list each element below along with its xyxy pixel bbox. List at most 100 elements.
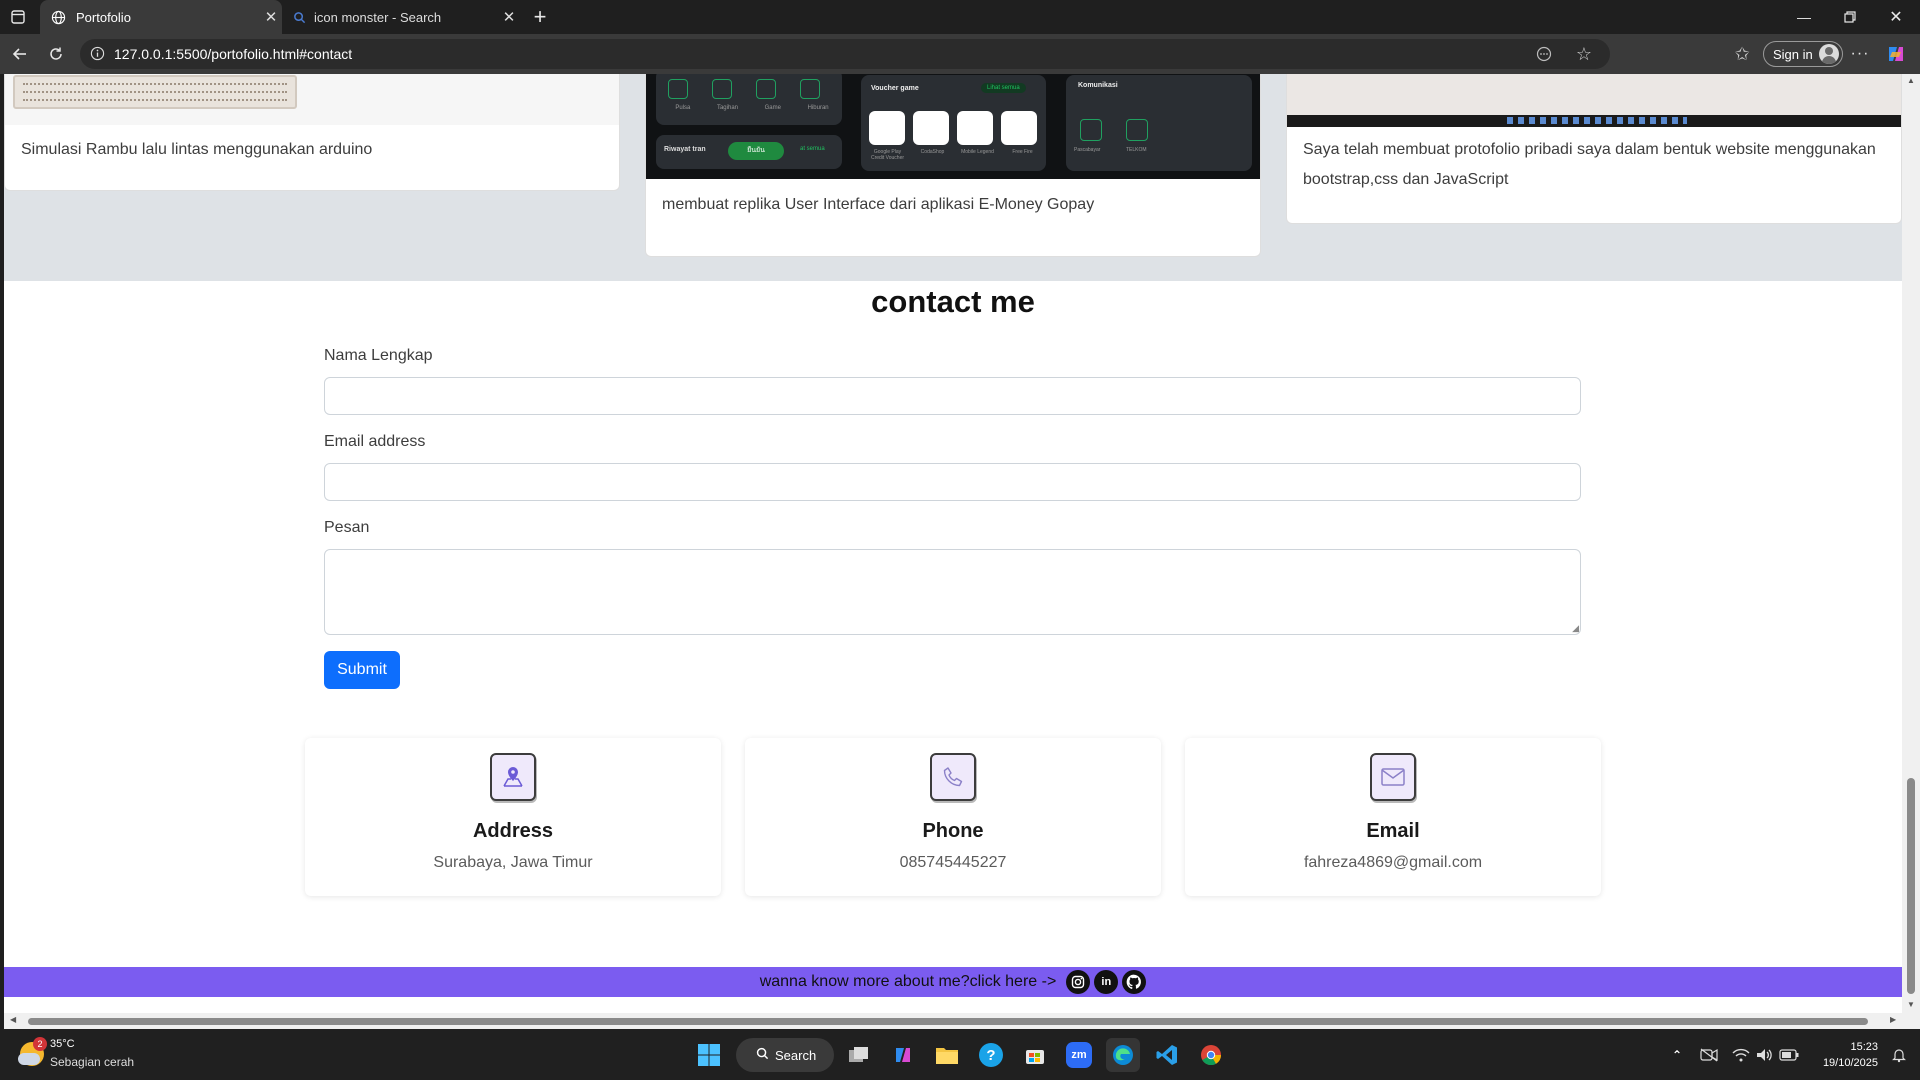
vertical-scrollbar[interactable]: ▲ ▼ — [1902, 74, 1920, 1013]
new-tab-icon[interactable]: + — [528, 4, 552, 29]
minimize-icon[interactable]: — — [1792, 5, 1816, 29]
close-icon[interactable]: ✕ — [260, 8, 282, 26]
avatar-icon — [1818, 44, 1839, 64]
info-icon[interactable] — [90, 46, 105, 66]
help-app-icon[interactable]: ? — [974, 1038, 1008, 1072]
tab-actions-icon[interactable] — [8, 8, 28, 26]
chrome-icon[interactable] — [1194, 1038, 1228, 1072]
scroll-up-icon[interactable]: ▲ — [1907, 76, 1915, 85]
phone-title: Phone — [922, 820, 984, 842]
edge-icon[interactable] — [1106, 1038, 1140, 1072]
portfolio-section: Simulasi Rambu lalu lintas menggunakan a… — [4, 74, 1902, 281]
map-pin-icon — [490, 753, 536, 801]
store-icon[interactable] — [1018, 1038, 1052, 1072]
horizontal-scrollbar[interactable]: ◀ ▶ — [0, 1013, 1920, 1029]
instagram-icon[interactable] — [1066, 970, 1091, 994]
zoom-icon[interactable]: zm — [1062, 1038, 1096, 1072]
file-explorer-icon[interactable] — [930, 1038, 964, 1072]
name-label: Nama Lengkap — [324, 347, 433, 364]
search-label: Search — [775, 1047, 817, 1063]
taskbar: 2 35°C Sebagian cerah Search ? zm ⌃ 15:2… — [0, 1029, 1920, 1080]
portfolio-caption: Saya telah membuat protofolio pribadi sa… — [1303, 141, 1876, 188]
website-screenshot-image — [1287, 74, 1901, 127]
url-text: 127.0.0.1:5500/portofolio.html#contact — [114, 46, 353, 62]
sign-in-button[interactable]: Sign in — [1763, 41, 1843, 67]
linkedin-icon[interactable]: in — [1094, 970, 1119, 994]
restore-icon[interactable] — [1838, 5, 1862, 29]
address-bar[interactable]: 127.0.0.1:5500/portofolio.html#contact ☆ — [80, 39, 1610, 69]
mock-menu-label: Tagihan — [716, 105, 738, 111]
tab-icon-monster[interactable]: icon monster - Search ✕ — [284, 0, 520, 34]
github-icon[interactable] — [1122, 970, 1147, 994]
copilot-app-icon[interactable] — [886, 1038, 920, 1072]
weather-widget[interactable]: 2 35°C Sebagian cerah — [18, 1037, 148, 1073]
footer-text: wanna know more about me?click here -> — [759, 973, 1057, 990]
resize-handle-icon[interactable]: ◢ — [1572, 623, 1579, 634]
portfolio-card-gopay: Pulsa Tagihan Game Hiburan Riwayat tran … — [645, 74, 1261, 257]
mock-menu-label: Hiburan — [807, 105, 829, 111]
mail-icon — [1370, 753, 1416, 801]
more-menu-icon[interactable]: ··· — [1848, 42, 1872, 66]
zoom-label: zm — [1066, 1042, 1092, 1068]
scroll-thumb[interactable] — [1907, 778, 1915, 994]
mock-history-link: at semua — [800, 146, 825, 152]
mock-menu-label: Game — [764, 105, 781, 111]
mock-comm-label: Pascabayar — [1074, 147, 1101, 153]
clock-time: 15:23 — [1850, 1041, 1878, 1053]
address-value: Surabaya, Jawa Timur — [433, 854, 593, 871]
clock[interactable]: 15:23 19/10/2025 — [1808, 1039, 1878, 1071]
taskbar-search[interactable]: Search — [736, 1038, 834, 1072]
email-field[interactable] — [324, 463, 1581, 501]
mock-history-button: ยืนยัน — [728, 142, 784, 160]
refresh-icon[interactable] — [44, 42, 68, 66]
name-field[interactable] — [324, 377, 1581, 415]
submit-button[interactable]: Submit — [324, 651, 400, 689]
phone-card: Phone 085745445227 — [745, 738, 1161, 896]
battery-icon[interactable] — [1772, 1038, 1806, 1072]
email-card: Email fahreza4869@gmail.com — [1185, 738, 1601, 896]
mock-voucher-label: Mobile Legend — [961, 149, 994, 155]
close-icon[interactable]: ✕ — [498, 8, 520, 26]
copilot-icon[interactable] — [1884, 42, 1908, 66]
window-close-icon[interactable]: ✕ — [1884, 5, 1908, 29]
mock-history-title: Riwayat tran — [664, 146, 706, 153]
portfolio-card-arduino: Simulasi Rambu lalu lintas menggunakan a… — [4, 74, 620, 191]
portfolio-caption: membuat replika User Interface dari apli… — [662, 196, 1095, 213]
page-viewport: Simulasi Rambu lalu lintas menggunakan a… — [0, 74, 1902, 1013]
portfolio-card-website: Saya telah membuat protofolio pribadi sa… — [1286, 74, 1902, 224]
tab-title: icon monster - Search — [314, 9, 442, 25]
scroll-down-icon[interactable]: ▼ — [1907, 1000, 1915, 1009]
contact-title: contact me — [871, 284, 1035, 319]
phone-value: 085745445227 — [899, 854, 1007, 871]
vscode-icon[interactable] — [1150, 1038, 1184, 1072]
reading-mode-icon[interactable] — [1536, 46, 1552, 67]
start-icon[interactable] — [692, 1038, 726, 1072]
message-textarea[interactable]: ◢ — [324, 549, 1581, 635]
show-hidden-icons[interactable]: ⌃ — [1660, 1038, 1694, 1072]
mock-voucher-label: Free Fire — [1012, 149, 1033, 155]
favorites-icon[interactable]: ✩ — [1730, 42, 1754, 66]
email-label: Email address — [324, 433, 426, 450]
mock-voucher-label: Google Play Credit Voucher — [870, 149, 905, 161]
back-icon[interactable] — [8, 42, 32, 66]
scroll-right-icon[interactable]: ▶ — [1890, 1015, 1896, 1024]
favorite-star-icon[interactable]: ☆ — [1576, 44, 1592, 65]
task-view-icon[interactable] — [842, 1038, 876, 1072]
mock-voucher-label: CodaShop — [920, 149, 945, 155]
tab-portofolio[interactable]: Portofolio ✕ — [40, 0, 282, 34]
tab-bar: Portofolio ✕ icon monster - Search ✕ + —… — [0, 0, 1920, 34]
address-title: Address — [472, 820, 554, 842]
weather-desc: Sebagian cerah — [50, 1055, 135, 1069]
portfolio-caption: Simulasi Rambu lalu lintas menggunakan a… — [21, 141, 373, 158]
globe-icon — [40, 10, 76, 25]
mock-menu-label: Pulsa — [675, 105, 691, 111]
mock-comm-title: Komunikasi — [1078, 82, 1118, 89]
meet-mute-icon[interactable] — [1692, 1038, 1726, 1072]
email-value: fahreza4869@gmail.com — [1303, 854, 1483, 871]
weather-badge: 2 — [33, 1037, 47, 1051]
scroll-thumb[interactable] — [28, 1018, 1868, 1025]
notification-icon[interactable] — [1882, 1038, 1916, 1072]
tab-title: Portofolio — [76, 9, 131, 25]
scroll-left-icon[interactable]: ◀ — [10, 1015, 16, 1024]
search-icon — [284, 11, 314, 24]
